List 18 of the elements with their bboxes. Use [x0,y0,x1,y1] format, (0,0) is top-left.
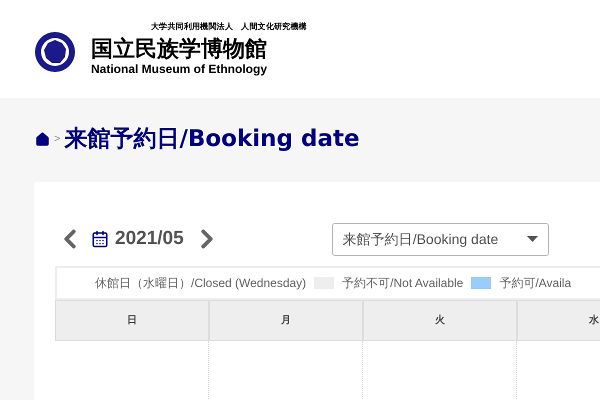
breadcrumb-separator: > [54,132,60,147]
legend-label: 休館日（水曜日）/Closed (Wednesday) [95,275,306,292]
museum-name-english: National Museum of Ethnology [91,62,268,76]
weekday-header: 水 [517,300,600,341]
museum-name: 国立民族学博物館 [91,36,268,62]
weekday-header: 火 [363,300,517,341]
dropdown-caret-icon [526,236,538,242]
logo-icon [35,32,75,72]
organization-name: 大学共同利用機関法人 人間文化研究機構 [151,22,307,32]
page-title: 来館予約日/Booking date [64,124,360,154]
legend-label: 予約可/Availa [499,275,572,292]
calendar-icon [91,230,109,248]
weekday-header: 日 [55,300,209,341]
weekday-header: 月 [209,300,363,341]
view-select[interactable]: 来館予約日/Booking date [332,222,549,256]
month-label: 2021/05 [115,226,184,251]
home-icon[interactable] [35,132,50,146]
legend-label: 予約不可/Not Available [342,275,464,292]
